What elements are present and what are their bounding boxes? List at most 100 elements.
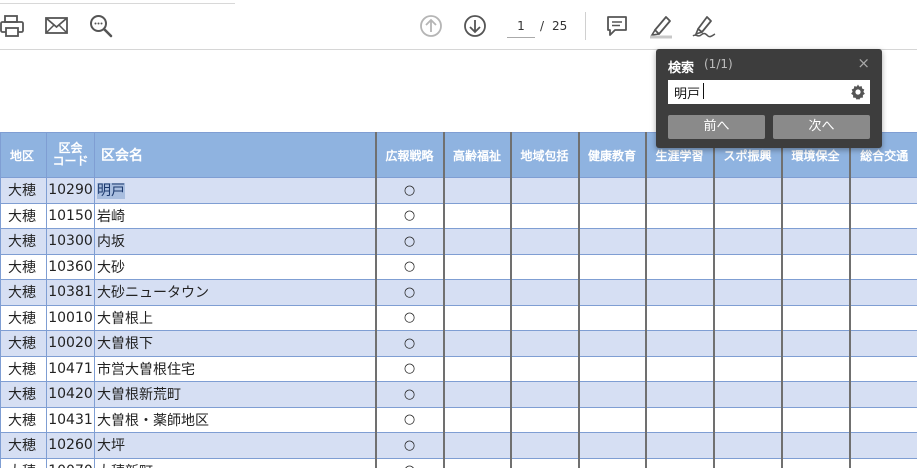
toolbar-divider xyxy=(585,12,586,40)
header-c4: 健康教育 xyxy=(578,132,647,178)
page-number-input[interactable]: 1 xyxy=(507,15,535,38)
empty-cell xyxy=(781,406,851,433)
code-cell: 10290 xyxy=(46,177,95,204)
empty-cell xyxy=(578,253,647,280)
code-cell: 10150 xyxy=(46,202,95,229)
empty-cell xyxy=(578,432,647,459)
close-icon[interactable]: × xyxy=(857,54,870,72)
empty-cell xyxy=(849,304,917,331)
mark-cell: ○ xyxy=(375,330,445,357)
area-cell: 大穂 xyxy=(0,304,47,331)
print-icon[interactable] xyxy=(0,12,26,40)
empty-cell xyxy=(510,355,580,382)
empty-cell xyxy=(645,381,715,408)
empty-cell xyxy=(713,228,783,255)
sign-icon[interactable] xyxy=(690,12,718,40)
empty-cell xyxy=(781,279,851,306)
mark-cell: ○ xyxy=(375,457,445,468)
mark-cell: ○ xyxy=(375,355,445,382)
empty-cell xyxy=(510,202,580,229)
empty-cell xyxy=(578,406,647,433)
empty-cell xyxy=(578,228,647,255)
table-row: 大穂 10360 大砂 ○ xyxy=(0,253,917,280)
empty-cell xyxy=(443,304,512,331)
empty-cell xyxy=(645,279,715,306)
name-cell: 大砂 xyxy=(94,253,377,280)
empty-cell xyxy=(645,177,715,204)
find-next-button[interactable]: 次へ xyxy=(773,115,870,139)
area-cell: 大穂 xyxy=(0,381,47,408)
comment-icon[interactable] xyxy=(603,12,631,40)
empty-cell xyxy=(510,330,580,357)
table-row: 大穂 10471 市営大曽根住宅 ○ xyxy=(0,355,917,382)
name-cell: 大曽根上 xyxy=(94,304,377,331)
empty-cell xyxy=(443,330,512,357)
empty-cell xyxy=(443,177,512,204)
empty-cell xyxy=(443,381,512,408)
search-highlight: 明戸 xyxy=(97,183,125,200)
table-row: 大穂10070大穂新町○ xyxy=(0,457,917,468)
find-result-count: (1/1) xyxy=(704,57,733,71)
empty-cell xyxy=(713,330,783,357)
empty-cell xyxy=(781,253,851,280)
code-cell: 10260 xyxy=(46,432,95,459)
empty-cell xyxy=(781,177,851,204)
header-code: 区会 コード xyxy=(46,132,95,178)
empty-cell xyxy=(645,355,715,382)
empty-cell xyxy=(849,355,917,382)
name-cell: 大砂ニュータウン xyxy=(94,279,377,306)
empty-cell xyxy=(781,355,851,382)
area-cell: 大穂 xyxy=(0,279,47,306)
mark-cell: ○ xyxy=(375,381,445,408)
empty-cell xyxy=(645,253,715,280)
area-cell: 大穂 xyxy=(0,202,47,229)
empty-cell xyxy=(713,253,783,280)
empty-cell xyxy=(510,406,580,433)
find-dialog: 検索 (1/1) × 明戸 前へ 次へ xyxy=(656,49,882,148)
mark-cell: ○ xyxy=(375,406,445,433)
zoom-search-icon[interactable] xyxy=(87,12,115,40)
empty-cell xyxy=(645,304,715,331)
header-code-line2: コード xyxy=(52,154,89,168)
empty-cell xyxy=(645,432,715,459)
empty-cell xyxy=(645,406,715,433)
arrow-up-circle-icon[interactable] xyxy=(417,12,445,40)
gear-icon[interactable] xyxy=(849,83,867,105)
code-cell: 10070 xyxy=(46,457,95,468)
table-row: 大穂 10381 大砂ニュータウン ○ xyxy=(0,279,917,306)
empty-cell xyxy=(578,177,647,204)
code-cell: 10471 xyxy=(46,355,95,382)
area-cell: 大穂 xyxy=(0,228,47,255)
area-cell: 大穂 xyxy=(0,355,47,382)
empty-cell xyxy=(645,457,715,468)
empty-cell xyxy=(781,432,851,459)
empty-cell xyxy=(849,253,917,280)
header-c2: 高齢福祉 xyxy=(443,132,512,178)
arrow-down-circle-icon[interactable] xyxy=(461,12,489,40)
find-search-input[interactable]: 明戸 xyxy=(668,80,870,104)
table-row: 大穂 10020 大曽根下 ○ xyxy=(0,330,917,357)
name-cell: 大曽根・薬師地区 xyxy=(94,406,377,433)
page-separator: / xyxy=(540,19,545,33)
empty-cell xyxy=(645,202,715,229)
empty-cell xyxy=(443,253,512,280)
page-total: 25 xyxy=(552,19,568,33)
table-row: 大穂 10300 内坂 ○ xyxy=(0,228,917,255)
empty-cell xyxy=(849,330,917,357)
name-cell: 岩崎 xyxy=(94,202,377,229)
empty-cell xyxy=(781,457,851,468)
find-prev-button[interactable]: 前へ xyxy=(668,115,765,139)
mark-cell: ○ xyxy=(375,177,445,204)
empty-cell xyxy=(510,457,580,468)
empty-cell xyxy=(781,330,851,357)
empty-cell xyxy=(578,304,647,331)
table-row: 大穂 10010 大曽根上 ○ xyxy=(0,304,917,331)
empty-cell xyxy=(578,355,647,382)
name-cell: 大坪 xyxy=(94,432,377,459)
mail-icon[interactable] xyxy=(43,12,71,40)
empty-cell xyxy=(510,228,580,255)
code-cell: 10010 xyxy=(46,304,95,331)
code-cell: 10300 xyxy=(46,228,95,255)
highlighter-icon[interactable] xyxy=(647,12,675,40)
toolbar: 1 / 25 xyxy=(0,0,917,50)
